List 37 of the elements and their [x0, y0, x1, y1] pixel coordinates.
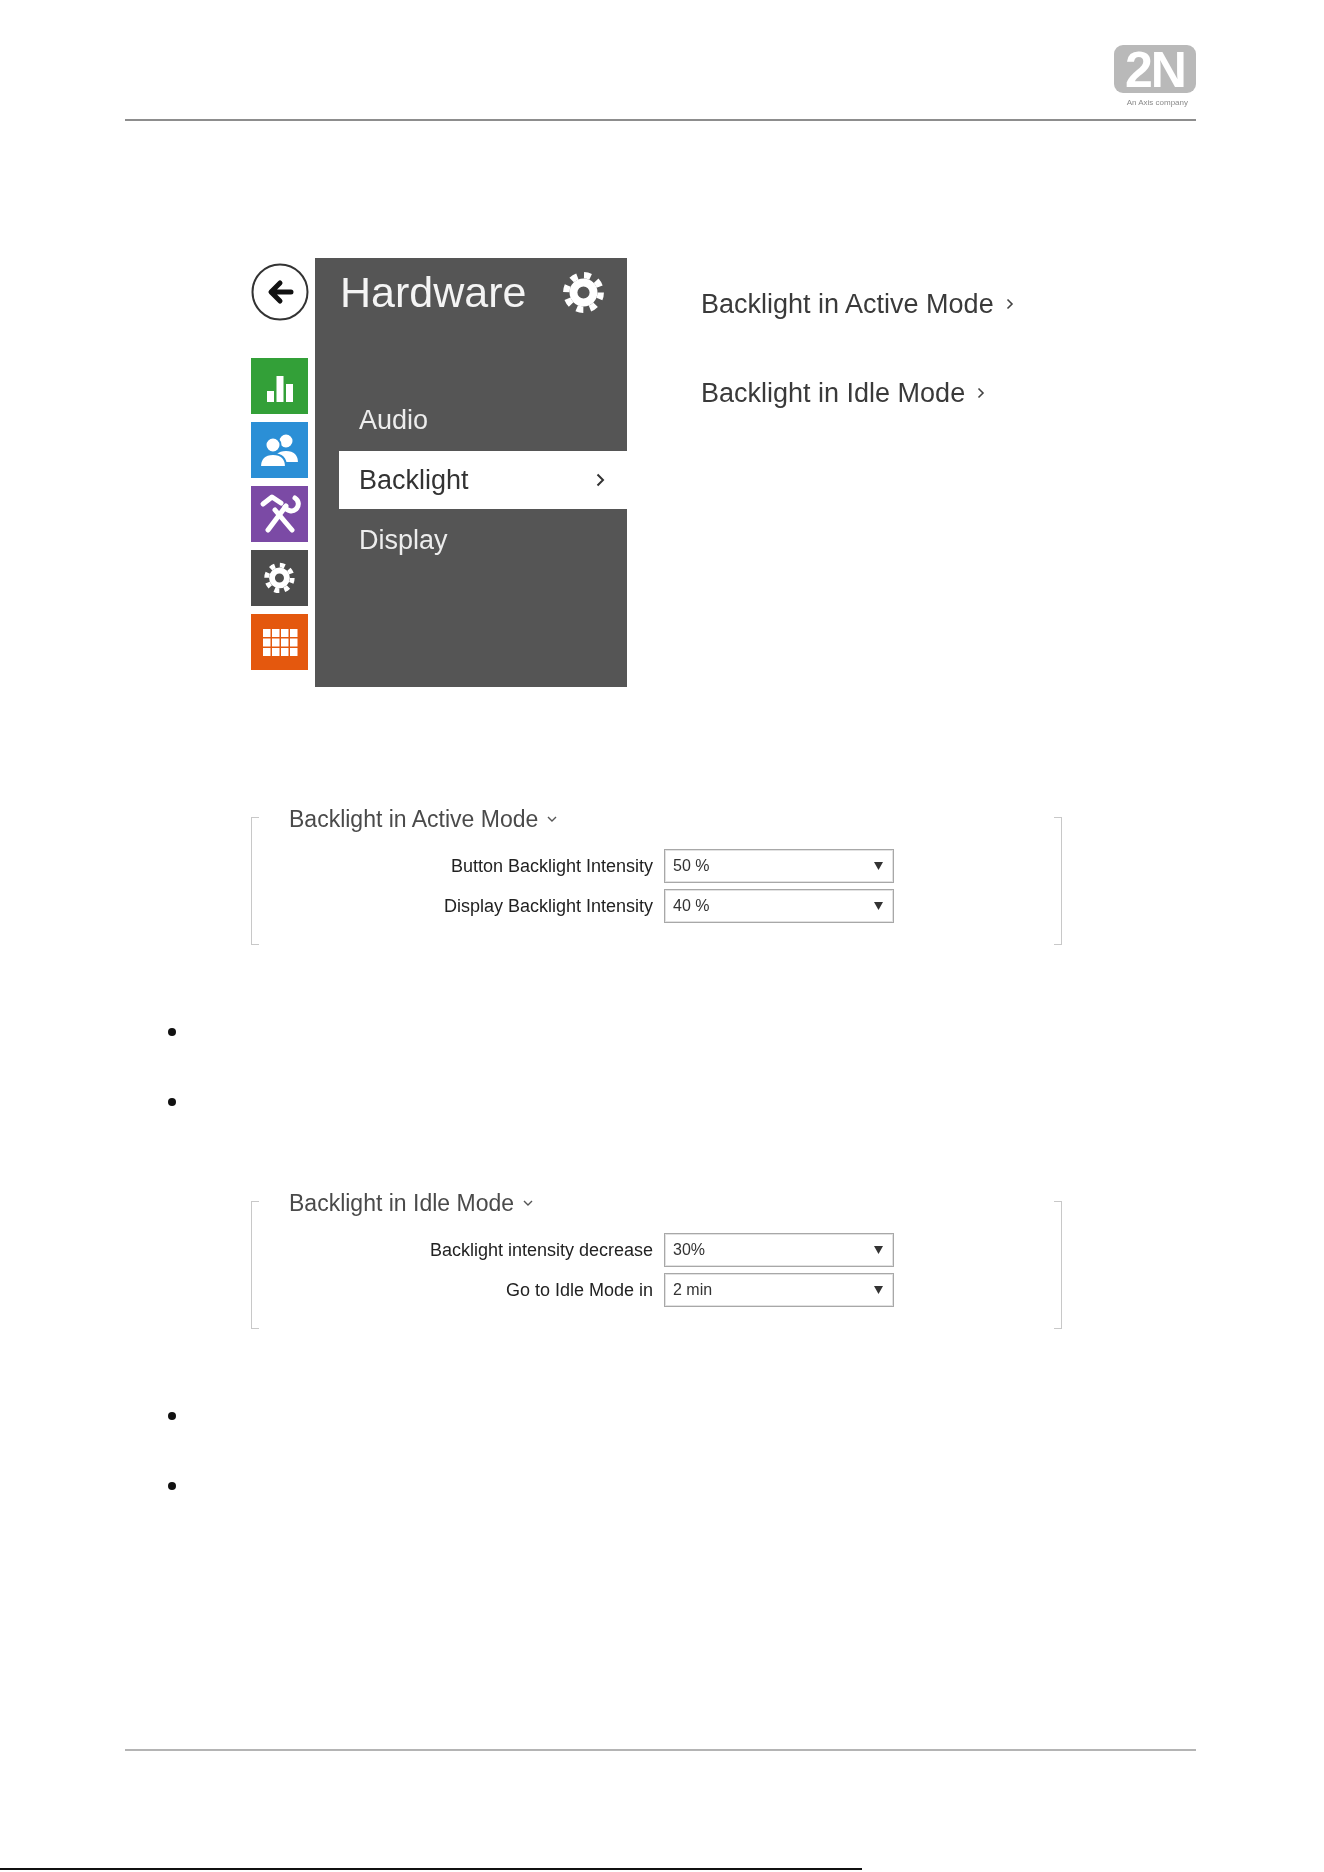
chevron-right-icon: [1005, 298, 1014, 310]
field-label: Display Backlight Intensity: [443, 895, 654, 917]
logo-tagline: An Axis company: [1126, 98, 1188, 108]
dropdown-arrow-icon: [874, 1286, 883, 1294]
menu-item[interactable]: Audio: [339, 391, 627, 449]
dropdown-arrow-icon: [874, 862, 883, 870]
panel-title: Hardware: [340, 267, 527, 318]
users-icon[interactable]: [251, 422, 308, 478]
field-label: Go to Idle Mode in: [505, 1279, 654, 1301]
chevron-right-icon: [977, 387, 986, 399]
bullet-dot-icon: [168, 1098, 176, 1106]
dropdown-field[interactable]: 2 min: [664, 1273, 894, 1307]
menu-item[interactable]: Display: [339, 511, 627, 569]
hammer-wrench-icon[interactable]: [251, 486, 308, 542]
settings-icon[interactable]: [251, 550, 308, 606]
bullet-dot-icon: [168, 1028, 176, 1036]
bullet-dot-icon: [168, 1412, 176, 1420]
section-toggle[interactable]: Backlight in Idle Mode: [289, 1189, 533, 1217]
bar-chart-icon[interactable]: [251, 358, 308, 414]
field-label: Backlight intensity decrease: [429, 1239, 654, 1261]
chevron-right-icon: [596, 473, 605, 487]
section-toggle[interactable]: Backlight in Active Mode: [289, 805, 558, 833]
brand-logo: 2N: [1114, 45, 1196, 93]
chevron-down-icon: [547, 815, 558, 823]
dropdown-field[interactable]: 50 %: [664, 849, 894, 883]
section-link[interactable]: Backlight in Idle Mode: [701, 377, 986, 409]
grid-icon[interactable]: [251, 614, 308, 670]
chevron-down-icon: [523, 1199, 533, 1207]
menu-item[interactable]: Backlight: [339, 451, 627, 509]
bullet-dot-icon: [168, 1482, 176, 1490]
dropdown-arrow-icon: [874, 1246, 883, 1254]
dropdown-field[interactable]: 30%: [664, 1233, 894, 1267]
field-label: Button Backlight Intensity: [450, 855, 654, 877]
section-link[interactable]: Backlight in Active Mode: [701, 288, 1014, 320]
dropdown-arrow-icon: [874, 902, 883, 910]
dropdown-field[interactable]: 40 %: [664, 889, 894, 923]
settings-icon[interactable]: [562, 270, 605, 314]
